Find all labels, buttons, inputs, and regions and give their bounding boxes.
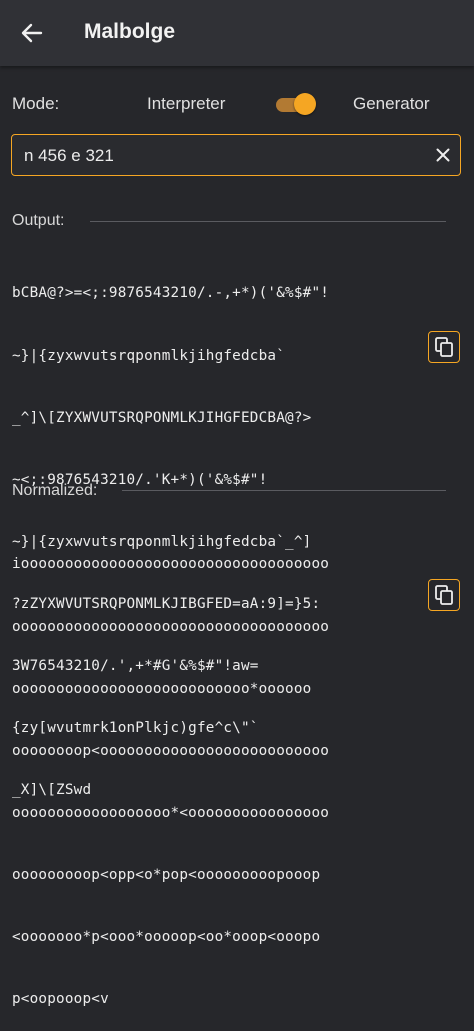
normalized-line: oooooooop<oooooooooooooooooooooooooo	[12, 742, 330, 759]
normalized-label: Normalized:	[12, 482, 98, 499]
mode-option-generator[interactable]: Generator	[353, 94, 430, 114]
text-input-container	[11, 134, 461, 176]
back-button[interactable]	[12, 14, 52, 52]
normalized-divider	[122, 490, 446, 491]
close-icon	[436, 148, 450, 162]
arrow-left-icon	[21, 23, 43, 43]
copy-icon	[435, 585, 453, 605]
mode-toggle[interactable]	[274, 93, 316, 115]
output-line: bCBA@?>=<;:9876543210/.-,+*)('&%$#"!	[12, 285, 330, 302]
toggle-knob	[294, 93, 316, 115]
normalized-line: p<oopooop<v	[12, 991, 109, 1008]
text-input[interactable]	[22, 135, 426, 176]
mode-option-interpreter[interactable]: Interpreter	[147, 94, 225, 114]
normalized-text: iooooooooooooooooooooooooooooooooooo ooo…	[12, 513, 422, 1031]
copy-output-button[interactable]	[428, 331, 460, 363]
clear-button[interactable]	[432, 144, 454, 166]
copy-normalized-button[interactable]	[428, 579, 460, 611]
mode-label: Mode:	[12, 94, 60, 113]
normalized-line: oooooooooooooooooo*<oooooooooooooooo	[12, 804, 330, 821]
output-divider	[90, 221, 446, 222]
output-label: Output:	[12, 212, 65, 229]
page-title: Malbolge	[84, 20, 176, 43]
normalized-line: oooooooooooooooooooooooooooooooooooo	[12, 618, 330, 635]
output-line: _^]\[ZYXWVUTSRQPONMLKJIHGFEDCBA@?>	[12, 409, 312, 426]
output-line: ~}|{zyxwvutsrqponmlkjihgfedcba`	[12, 347, 286, 364]
app-bar: Malbolge	[0, 0, 474, 66]
normalized-line: <ooooooo*p<ooo*ooooop<oo*ooop<ooopo	[12, 929, 321, 946]
normalized-line: ooooooooop<opp<o*pop<ooooooooopooop	[12, 866, 321, 883]
normalized-line: iooooooooooooooooooooooooooooooooooo	[12, 556, 330, 573]
copy-icon	[435, 337, 453, 357]
normalized-line: ooooooooooooooooooooooooooo*oooooo	[12, 680, 312, 697]
